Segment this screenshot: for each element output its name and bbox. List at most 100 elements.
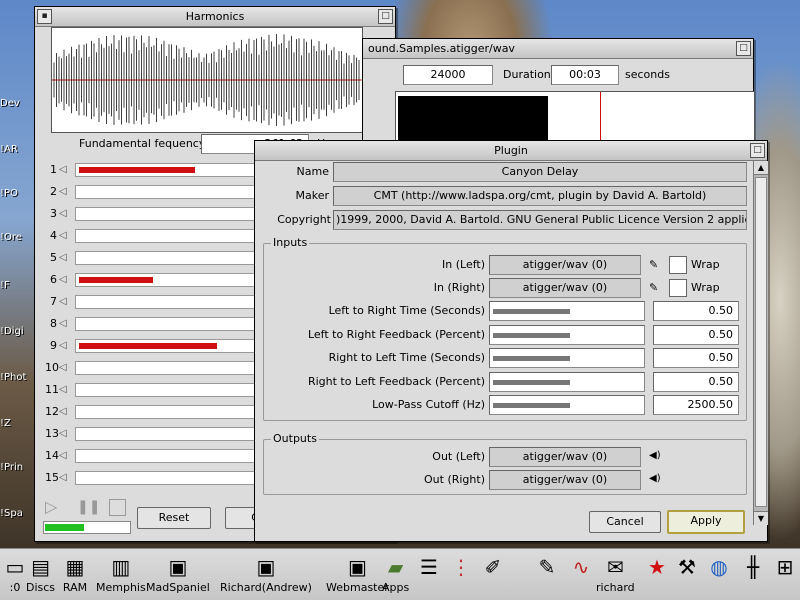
duration-field[interactable]: 00:03 — [551, 65, 619, 85]
iconbar-item[interactable]: ✐ — [480, 553, 506, 581]
iconbar-item[interactable]: ▭:0 — [2, 553, 28, 595]
iconbar-item[interactable]: ▣ MadSpaniel — [146, 553, 210, 595]
harmonic-arrow-icon[interactable]: ◁ — [59, 252, 67, 263]
harmonic-number: 5 — [50, 251, 57, 264]
speaker-icon[interactable]: ◀) — [649, 473, 661, 484]
harmonic-arrow-icon[interactable]: ◁ — [59, 450, 67, 461]
harmonic-arrow-icon[interactable]: ◁ — [59, 362, 67, 373]
harmonic-slider[interactable] — [75, 361, 275, 375]
harmonic-slider[interactable] — [75, 207, 275, 221]
toggle-size-icon[interactable]: □ — [736, 41, 751, 56]
scroll-thumb[interactable] — [755, 177, 767, 507]
harmonic-arrow-icon[interactable]: ◁ — [59, 340, 67, 351]
param-slider[interactable] — [489, 301, 645, 321]
iconbar-item-label: MadSpaniel — [146, 581, 210, 594]
harmonic-slider[interactable] — [75, 471, 275, 485]
out-left-field[interactable]: atigger/wav (0) — [489, 447, 641, 467]
duration-unit: seconds — [625, 68, 670, 81]
harmonic-arrow-icon[interactable]: ◁ — [59, 164, 67, 175]
toggle-size-icon[interactable]: □ — [378, 9, 393, 24]
harmonic-slider[interactable] — [75, 427, 275, 441]
harmonic-slider[interactable] — [75, 251, 275, 265]
harmonic-arrow-icon[interactable]: ◁ — [59, 472, 67, 483]
harmonic-arrow-icon[interactable]: ◁ — [59, 384, 67, 395]
harmonic-arrow-icon[interactable]: ◁ — [59, 230, 67, 241]
reset-button[interactable]: Reset — [137, 507, 211, 529]
iconbar-item[interactable]: ▰ Apps — [382, 553, 409, 595]
harmonic-slider[interactable] — [75, 449, 275, 463]
plugin-scrollbar[interactable]: ▲ ▼ — [753, 161, 768, 525]
iconbar-item[interactable]: ☰ — [416, 553, 442, 581]
in-left-label: In (Left) — [442, 258, 485, 271]
param-value-input[interactable]: 0.50 — [653, 301, 739, 321]
scroll-up-arrow[interactable]: ▲ — [754, 161, 768, 175]
harmonic-number: 9 — [50, 339, 57, 352]
pause-button[interactable]: ❚❚ — [77, 498, 100, 516]
in-left-field[interactable]: atigger/wav (0) — [489, 255, 641, 275]
in-right-wrap-checkbox[interactable] — [669, 279, 687, 297]
iconbar-item[interactable]: ⋮ — [448, 553, 474, 581]
play-button[interactable]: ▷ — [45, 498, 63, 516]
iconbar-item[interactable]: ▤ Discs — [26, 553, 55, 595]
iconbar-item-label: richard — [596, 581, 635, 594]
iconbar-item[interactable]: ◍ — [706, 553, 732, 581]
cancel-button[interactable]: Cancel — [589, 511, 661, 533]
task-manager-icon: ⊞ — [776, 555, 794, 579]
sample-rate-field[interactable]: 24000 — [403, 65, 493, 85]
toggle-size-icon[interactable]: □ — [750, 143, 765, 158]
harmonic-arrow-icon[interactable]: ◁ — [59, 428, 67, 439]
in-right-field[interactable]: atigger/wav (0) — [489, 278, 641, 298]
harmonic-arrow-icon[interactable]: ◁ — [59, 186, 67, 197]
iconbar-item[interactable]: ⊞ — [772, 553, 798, 581]
harmonic-slider[interactable] — [75, 339, 275, 353]
sample-titlebar[interactable]: ound.Samples.atigger/wav □ — [363, 39, 753, 59]
param-value-input[interactable]: 2500.50 — [653, 395, 739, 415]
plugin-titlebar[interactable]: Plugin □ — [255, 141, 767, 161]
harmonic-slider[interactable] — [75, 273, 275, 287]
iconbar-item[interactable]: ╫ — [740, 553, 766, 581]
harmonics-titlebar[interactable]: Harmonics ▪ □ — [35, 7, 395, 27]
plug-icon[interactable]: ✎ — [649, 281, 658, 294]
harmonic-arrow-icon[interactable]: ◁ — [59, 274, 67, 285]
param-slider[interactable] — [489, 348, 645, 368]
harmonic-number: 8 — [50, 317, 57, 330]
harmonics-title: Harmonics — [185, 10, 245, 23]
harmonic-arrow-icon[interactable]: ◁ — [59, 208, 67, 219]
iconbar-item[interactable]: ▦ RAM — [62, 553, 88, 595]
harmonic-arrow-icon[interactable]: ◁ — [59, 406, 67, 417]
param-value-input[interactable]: 0.50 — [653, 348, 739, 368]
iconbar-item[interactable]: ▥ Memphis — [96, 553, 146, 595]
traffic-light-icon: ⋮ — [451, 555, 471, 579]
back-icon[interactable]: ▪ — [37, 9, 52, 24]
harmonic-slider[interactable] — [75, 185, 275, 199]
harmonic-slider[interactable] — [75, 229, 275, 243]
stop-button[interactable] — [109, 499, 126, 516]
apply-button[interactable]: Apply — [667, 510, 745, 534]
param-value-input[interactable]: 0.50 — [653, 324, 739, 345]
fundamental-frequency-label: Fundamental fequency — [79, 137, 206, 150]
iconbar-item[interactable]: ✉ richard — [596, 553, 635, 595]
param-value-input[interactable]: 0.50 — [653, 371, 739, 392]
harmonic-slider[interactable] — [75, 163, 275, 177]
param-slider[interactable] — [489, 371, 645, 392]
harmonic-number: 3 — [50, 207, 57, 220]
iconbar-item[interactable]: ⚒ — [674, 553, 700, 581]
iconbar-item[interactable]: ∿ — [568, 553, 594, 581]
harmonic-arrow-icon[interactable]: ◁ — [59, 318, 67, 329]
speaker-icon[interactable]: ◀) — [649, 450, 661, 461]
scroll-down-arrow[interactable]: ▼ — [754, 511, 768, 525]
iconbar-item[interactable]: ★ — [644, 553, 670, 581]
param-slider[interactable] — [489, 324, 645, 345]
iconbar-item[interactable]: ▣ Webmaster — [326, 553, 389, 595]
harmonic-slider[interactable] — [75, 383, 275, 397]
plug-icon[interactable]: ✎ — [649, 258, 658, 271]
harmonic-slider[interactable] — [75, 317, 275, 331]
out-right-field[interactable]: atigger/wav (0) — [489, 470, 641, 490]
param-slider[interactable] — [489, 395, 645, 415]
harmonic-slider[interactable] — [75, 405, 275, 419]
harmonic-arrow-icon[interactable]: ◁ — [59, 296, 67, 307]
iconbar-item[interactable]: ▣ Richard(Andrew) — [220, 553, 312, 595]
iconbar-item[interactable]: ✎ — [534, 553, 560, 581]
harmonic-slider[interactable] — [75, 295, 275, 309]
in-left-wrap-checkbox[interactable] — [669, 256, 687, 274]
